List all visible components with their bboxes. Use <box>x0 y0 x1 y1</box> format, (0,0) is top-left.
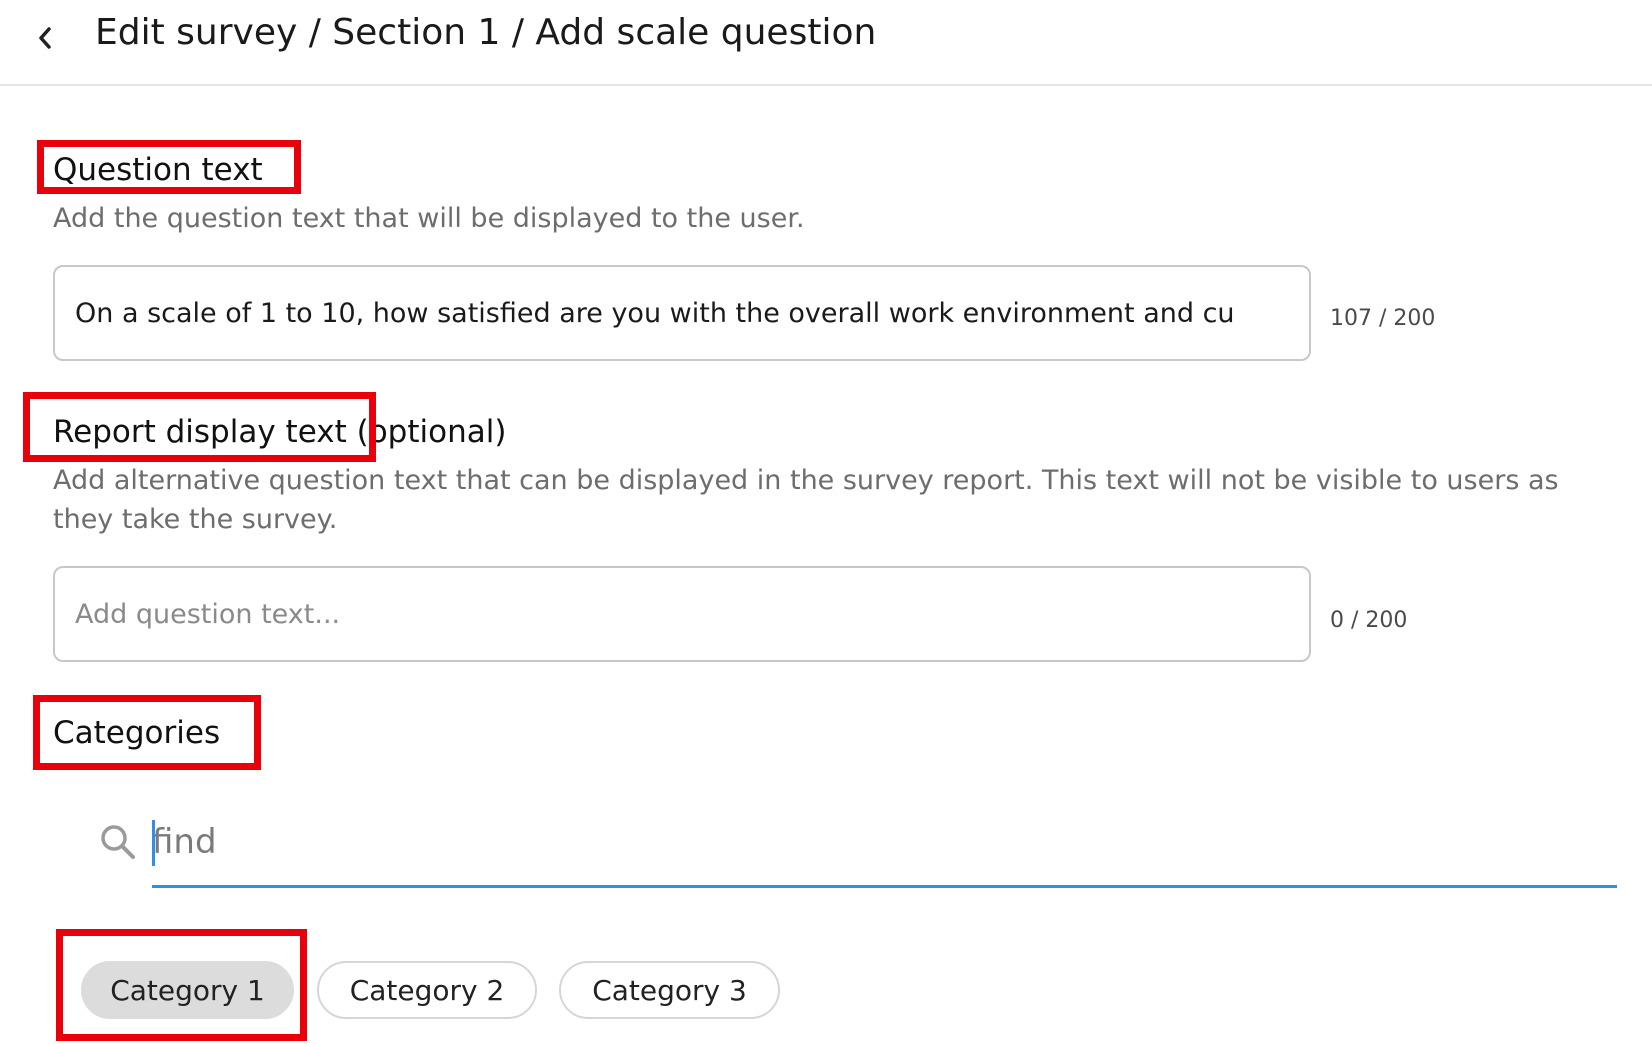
categories-title: Categories <box>53 715 221 751</box>
question-text-counter: 107 / 200 <box>1330 306 1436 331</box>
category-search-input[interactable] <box>152 812 1617 872</box>
text-caret <box>152 820 155 866</box>
category-chip-1[interactable]: Category 1 <box>81 961 294 1019</box>
question-text-hint: Add the question text that will be displ… <box>53 203 805 234</box>
report-display-text-field[interactable] <box>53 566 1311 662</box>
chevron-left-icon <box>39 27 51 49</box>
report-display-text-counter: 0 / 200 <box>1330 608 1408 633</box>
question-text-title: Question text <box>53 152 263 188</box>
optional-label: (optional) <box>356 414 507 450</box>
report-display-text-hint: Add alternative question text that can b… <box>53 465 1559 535</box>
question-text-input[interactable] <box>75 297 1289 329</box>
report-display-text-input[interactable] <box>75 598 1289 630</box>
breadcrumb-title: Edit survey / Section 1 / Add scale ques… <box>95 12 877 53</box>
category-chip-3[interactable]: Category 3 <box>559 961 780 1019</box>
report-display-text-label: Report display text <box>53 414 347 450</box>
category-search-field[interactable] <box>152 812 1617 888</box>
report-display-text-title: Report display text (optional) <box>53 412 506 452</box>
page-header: Edit survey / Section 1 / Add scale ques… <box>0 0 1652 86</box>
category-chip-2[interactable]: Category 2 <box>317 961 537 1019</box>
back-button[interactable] <box>30 18 60 58</box>
search-icon <box>101 825 135 859</box>
question-text-field[interactable] <box>53 265 1311 361</box>
